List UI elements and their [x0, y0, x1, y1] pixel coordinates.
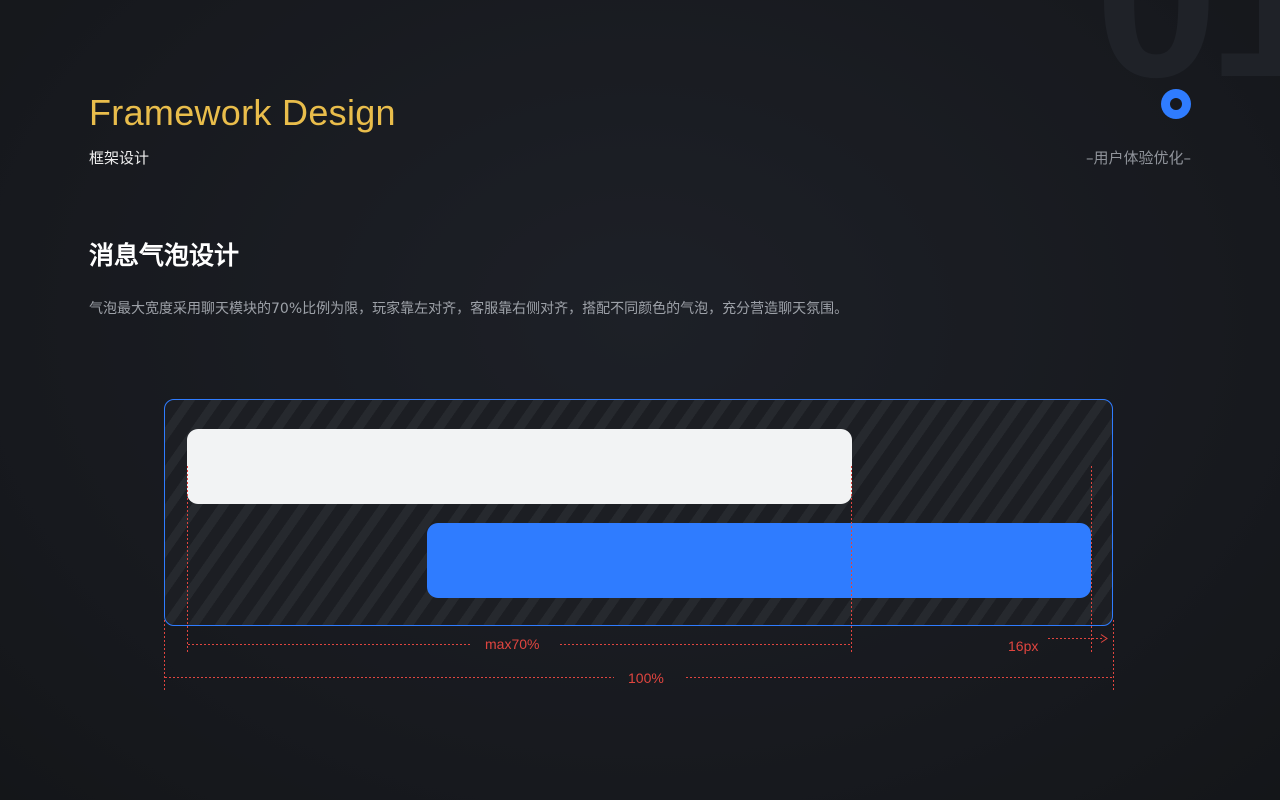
page-title: Framework Design — [89, 92, 396, 133]
section-description: 气泡最大宽度采用聊天模块的70%比例为限，玩家靠左对齐，客服靠右侧对齐，搭配不同… — [89, 301, 849, 317]
accent-dot-icon — [1161, 89, 1191, 119]
label-padding: 16px — [1008, 638, 1039, 654]
player-message-bubble — [187, 429, 852, 504]
page-subtitle: 框架设计 — [89, 149, 150, 167]
padding-arrow-head — [1100, 634, 1108, 643]
label-max-width: max70% — [485, 636, 540, 652]
label-full-width: 100% — [628, 670, 664, 686]
service-message-bubble — [427, 523, 1091, 598]
section-title: 消息气泡设计 — [89, 241, 240, 270]
header-tagline: –用户体验优化– — [1085, 149, 1191, 167]
corner-number-decoration: 01 — [1095, 0, 1280, 123]
